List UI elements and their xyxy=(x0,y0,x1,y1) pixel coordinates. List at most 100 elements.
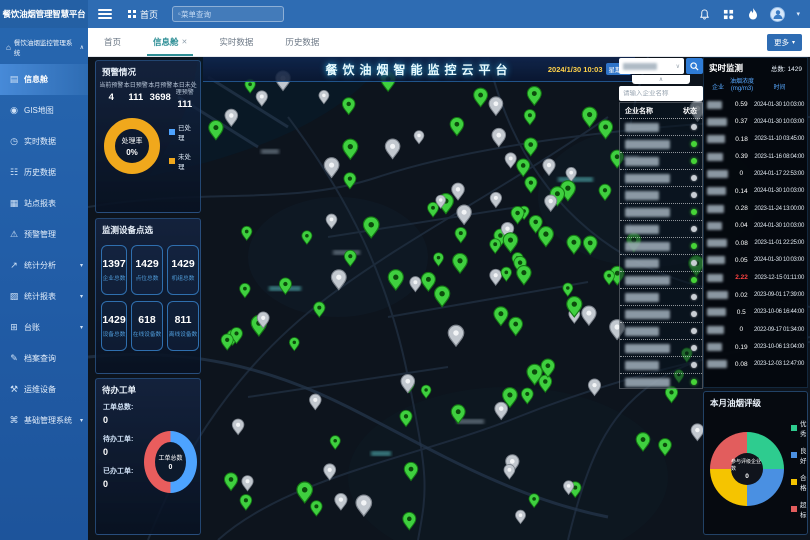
realtime-row[interactable]: 0.192023-10-06 13:04:00 xyxy=(704,338,807,355)
realtime-row[interactable]: 0.392023-11-16 08:04:00 xyxy=(704,148,807,165)
realtime-row[interactable]: 0.022023-09-01 17:39:00 xyxy=(704,286,807,303)
sidebar-item-实时数据[interactable]: ◷实时数据 xyxy=(0,126,88,157)
sidebar-item-历史数据[interactable]: ☷历史数据 xyxy=(0,157,88,188)
redacted-company-name xyxy=(707,205,724,213)
tab-首页[interactable]: 首页 xyxy=(88,28,137,56)
tab-实时数据[interactable]: 实时数据 xyxy=(203,28,269,56)
stat-card-企业总数[interactable]: 1397企业总数 xyxy=(101,245,127,295)
stat-card-设备总数[interactable]: 1429设备总数 xyxy=(101,301,127,351)
hamburger-menu-icon[interactable] xyxy=(98,9,112,19)
tab-历史数据[interactable]: 历史数据 xyxy=(269,28,335,56)
company-list-item[interactable] xyxy=(620,136,702,153)
workorder-stat: 已办工单:0 xyxy=(103,467,143,489)
more-button[interactable]: 更多 ▾ xyxy=(767,34,802,51)
stat-card-点位总数[interactable]: 1429点位总数 xyxy=(131,245,163,295)
realtime-row[interactable]: 02024-01-17 22:53:00 xyxy=(704,165,807,182)
close-icon[interactable]: ✕ xyxy=(182,38,188,46)
company-list-item[interactable] xyxy=(620,272,702,289)
company-name-input[interactable] xyxy=(623,90,699,97)
realtime-row[interactable]: 0.052024-01-30 10:03:00 xyxy=(704,252,807,269)
company-list-item[interactable] xyxy=(620,119,702,136)
tab-信息舱[interactable]: 信息舱✕ xyxy=(137,28,203,56)
sidebar-item-台账[interactable]: ⊞台账▾ xyxy=(0,312,88,343)
sidebar-item-运维设备[interactable]: ⚒运维设备 xyxy=(0,374,88,405)
screen-banner: 餐饮油烟智能监控云平台 2024/1/30 10:03 星期二 xyxy=(203,57,635,82)
nav-search-input[interactable] xyxy=(181,10,278,19)
timestamp: 2023-10-06 16:44:00 xyxy=(754,309,804,315)
company-list-item[interactable] xyxy=(620,204,702,221)
sidebar-item-基础管理系统[interactable]: ⌘基础管理系统▾ xyxy=(0,405,88,436)
sidebar-item-预警管理[interactable]: ⚠预警管理 xyxy=(0,219,88,250)
stat-card-label: 在线设备数 xyxy=(133,329,162,338)
nav-search xyxy=(172,6,284,22)
timestamp: 2023-11-01 22:25:00 xyxy=(754,240,804,246)
company-list-item[interactable] xyxy=(620,170,702,187)
sidebar-item-站点报表[interactable]: ▦站点报表 xyxy=(0,188,88,219)
sidebar-item-label: 基础管理系统 xyxy=(24,415,72,426)
company-list-item[interactable] xyxy=(620,289,702,306)
realtime-row[interactable]: 0.372024-01-30 10:03:00 xyxy=(704,113,807,130)
stat-card-在线设备数[interactable]: 618在线设备数 xyxy=(131,301,163,351)
company-list-item[interactable] xyxy=(620,187,702,204)
realtime-row[interactable]: 0.042024-01-30 10:03:00 xyxy=(704,217,807,234)
company-list-item[interactable] xyxy=(620,340,702,357)
collapse-handle[interactable]: ∧ xyxy=(632,75,690,84)
company-list-item[interactable] xyxy=(620,221,702,238)
redacted-company-name xyxy=(707,153,723,161)
realtime-row[interactable]: 0.082023-11-01 22:25:00 xyxy=(704,235,807,252)
company-filter-select[interactable]: ∨ xyxy=(619,58,684,74)
timestamp: 2023-12-03 12:47:00 xyxy=(754,361,804,367)
stat-card-value: 1429 xyxy=(171,258,194,270)
sidebar-item-统计分析[interactable]: ↗统计分析▾ xyxy=(0,250,88,281)
realtime-row[interactable]: 0.082023-12-03 12:47:00 xyxy=(704,356,807,373)
company-list-item[interactable] xyxy=(620,323,702,340)
realtime-row[interactable]: 0.282023-11-24 13:00:00 xyxy=(704,200,807,217)
company-list-item[interactable] xyxy=(620,238,702,255)
redacted-company-name xyxy=(625,276,670,285)
map-search-button[interactable] xyxy=(686,58,703,74)
realtime-row[interactable]: 02022-09-17 01:34:00 xyxy=(704,321,807,338)
company-list-item[interactable] xyxy=(620,357,702,374)
app-title: 餐饮油烟管理智慧平台 xyxy=(0,0,88,28)
sidebar-item-档案查询[interactable]: ✎档案查询 xyxy=(0,343,88,374)
nav-home-tag[interactable]: 首页 xyxy=(128,8,158,21)
sidebar-item-统计报表[interactable]: ▨统计报表▾ xyxy=(0,281,88,312)
company-list-item[interactable] xyxy=(620,153,702,170)
realtime-row[interactable]: 0.52023-10-06 16:44:00 xyxy=(704,304,807,321)
realtime-row[interactable]: 2.222023-12-15 01:11:00 xyxy=(704,269,807,286)
apps-grid-icon[interactable] xyxy=(722,8,735,21)
company-list-item[interactable] xyxy=(620,255,702,272)
sidebar-section-header[interactable]: ⌂ 餐饮油烟监控管理系统 ∧ xyxy=(0,28,88,64)
notification-icon[interactable] xyxy=(698,8,711,21)
stat-card-机组总数[interactable]: 1429机组总数 xyxy=(167,245,199,295)
sidebar-item-信息舱[interactable]: ▤信息舱 xyxy=(0,64,88,95)
company-rows xyxy=(620,119,702,389)
realtime-row[interactable]: 0.592024-01-30 10:03:00 xyxy=(704,96,807,113)
status-dot-gray xyxy=(691,362,697,368)
redacted-map-label xyxy=(558,177,593,182)
redacted-company-name xyxy=(625,123,659,132)
warning-stat: 本日未处理预警111 xyxy=(173,83,198,110)
redacted-company-name xyxy=(707,118,727,126)
status-dot-gray xyxy=(691,124,697,130)
stat-card-value: 811 xyxy=(175,314,192,326)
company-name-search xyxy=(619,86,703,101)
chevron-down-icon[interactable]: ▾ xyxy=(796,10,800,18)
realtime-company xyxy=(707,205,729,213)
realtime-company xyxy=(707,326,729,334)
flame-icon[interactable] xyxy=(746,8,759,21)
user-avatar[interactable] xyxy=(770,7,785,22)
realtime-row[interactable]: 0.142024-01-30 10:03:00 xyxy=(704,183,807,200)
concentration-value: 0 xyxy=(729,170,754,177)
sidebar-item-GIS地图[interactable]: ◉GIS地图 xyxy=(0,95,88,126)
rating-legend: 优秀良好合格超标 xyxy=(791,418,807,519)
device-icon: ⚒ xyxy=(9,384,19,395)
company-list-item[interactable] xyxy=(620,374,702,389)
warning-panel-title: 预警情况 xyxy=(96,61,200,81)
company-list-item[interactable] xyxy=(620,306,702,323)
search-icon xyxy=(690,62,699,71)
redacted-company-name xyxy=(625,293,659,302)
realtime-row[interactable]: 0.182023-11-10 03:45:00 xyxy=(704,131,807,148)
redacted-company-name xyxy=(625,310,670,319)
stat-card-离线设备数[interactable]: 811离线设备数 xyxy=(167,301,199,351)
